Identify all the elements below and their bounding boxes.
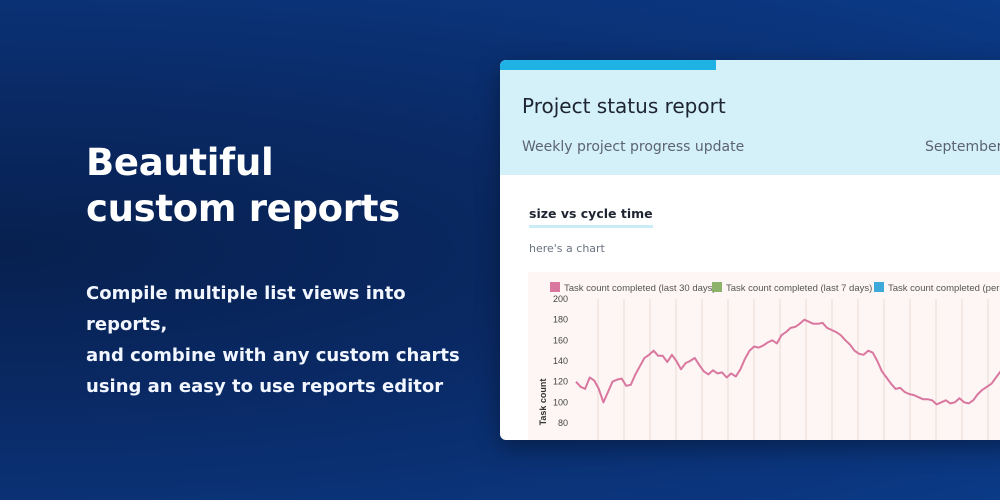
report-subtitle[interactable]: Weekly project progress update xyxy=(522,139,744,155)
hero-section: Beautiful custom reports Compile multipl… xyxy=(86,140,486,402)
hero-description-line3: using an easy to use reports editor xyxy=(86,376,444,397)
chart-svg: Task count completed (last 30 days) Task … xyxy=(538,282,1000,440)
report-header: Project status report Weekly project pro… xyxy=(500,70,1000,175)
chart-section-title[interactable]: size vs cycle time xyxy=(529,206,653,228)
y-axis-label: Task count xyxy=(538,379,548,426)
report-card: Project status report Weekly project pro… xyxy=(500,60,1000,440)
legend-swatch xyxy=(874,282,884,292)
y-tick-label: 180 xyxy=(553,315,568,325)
y-tick-label: 160 xyxy=(553,335,568,345)
report-title[interactable]: Project status report xyxy=(522,94,726,118)
hero-headline-line2: custom reports xyxy=(86,187,400,230)
line-chart: Task count completed (last 30 days) Task … xyxy=(528,272,1000,440)
hero-description-line2: and combine with any custom charts xyxy=(86,345,460,366)
report-date: September xyxy=(925,139,1000,155)
hero-description-line1: Compile multiple list views into reports… xyxy=(86,283,406,335)
hero-headline-line1: Beautiful xyxy=(86,141,274,184)
y-tick-label: 140 xyxy=(553,356,568,366)
chart-section-description: here's a chart xyxy=(529,242,605,255)
hero-headline: Beautiful custom reports xyxy=(86,140,486,232)
y-tick-label: 80 xyxy=(558,418,568,428)
legend-label: Task count completed (last 7 days) xyxy=(726,283,872,294)
y-tick-label: 120 xyxy=(553,377,568,387)
hero-description: Compile multiple list views into reports… xyxy=(86,278,486,402)
legend-label: Task count completed (last 30 days) xyxy=(564,283,716,294)
report-progress-fill xyxy=(500,60,716,70)
legend-swatch xyxy=(712,282,722,292)
y-tick-label: 100 xyxy=(553,397,568,407)
legend-swatch xyxy=(550,282,560,292)
report-progress-bar xyxy=(500,60,1000,70)
y-tick-label: 200 xyxy=(553,294,568,304)
legend-label: Task count completed (per xyxy=(888,283,999,294)
